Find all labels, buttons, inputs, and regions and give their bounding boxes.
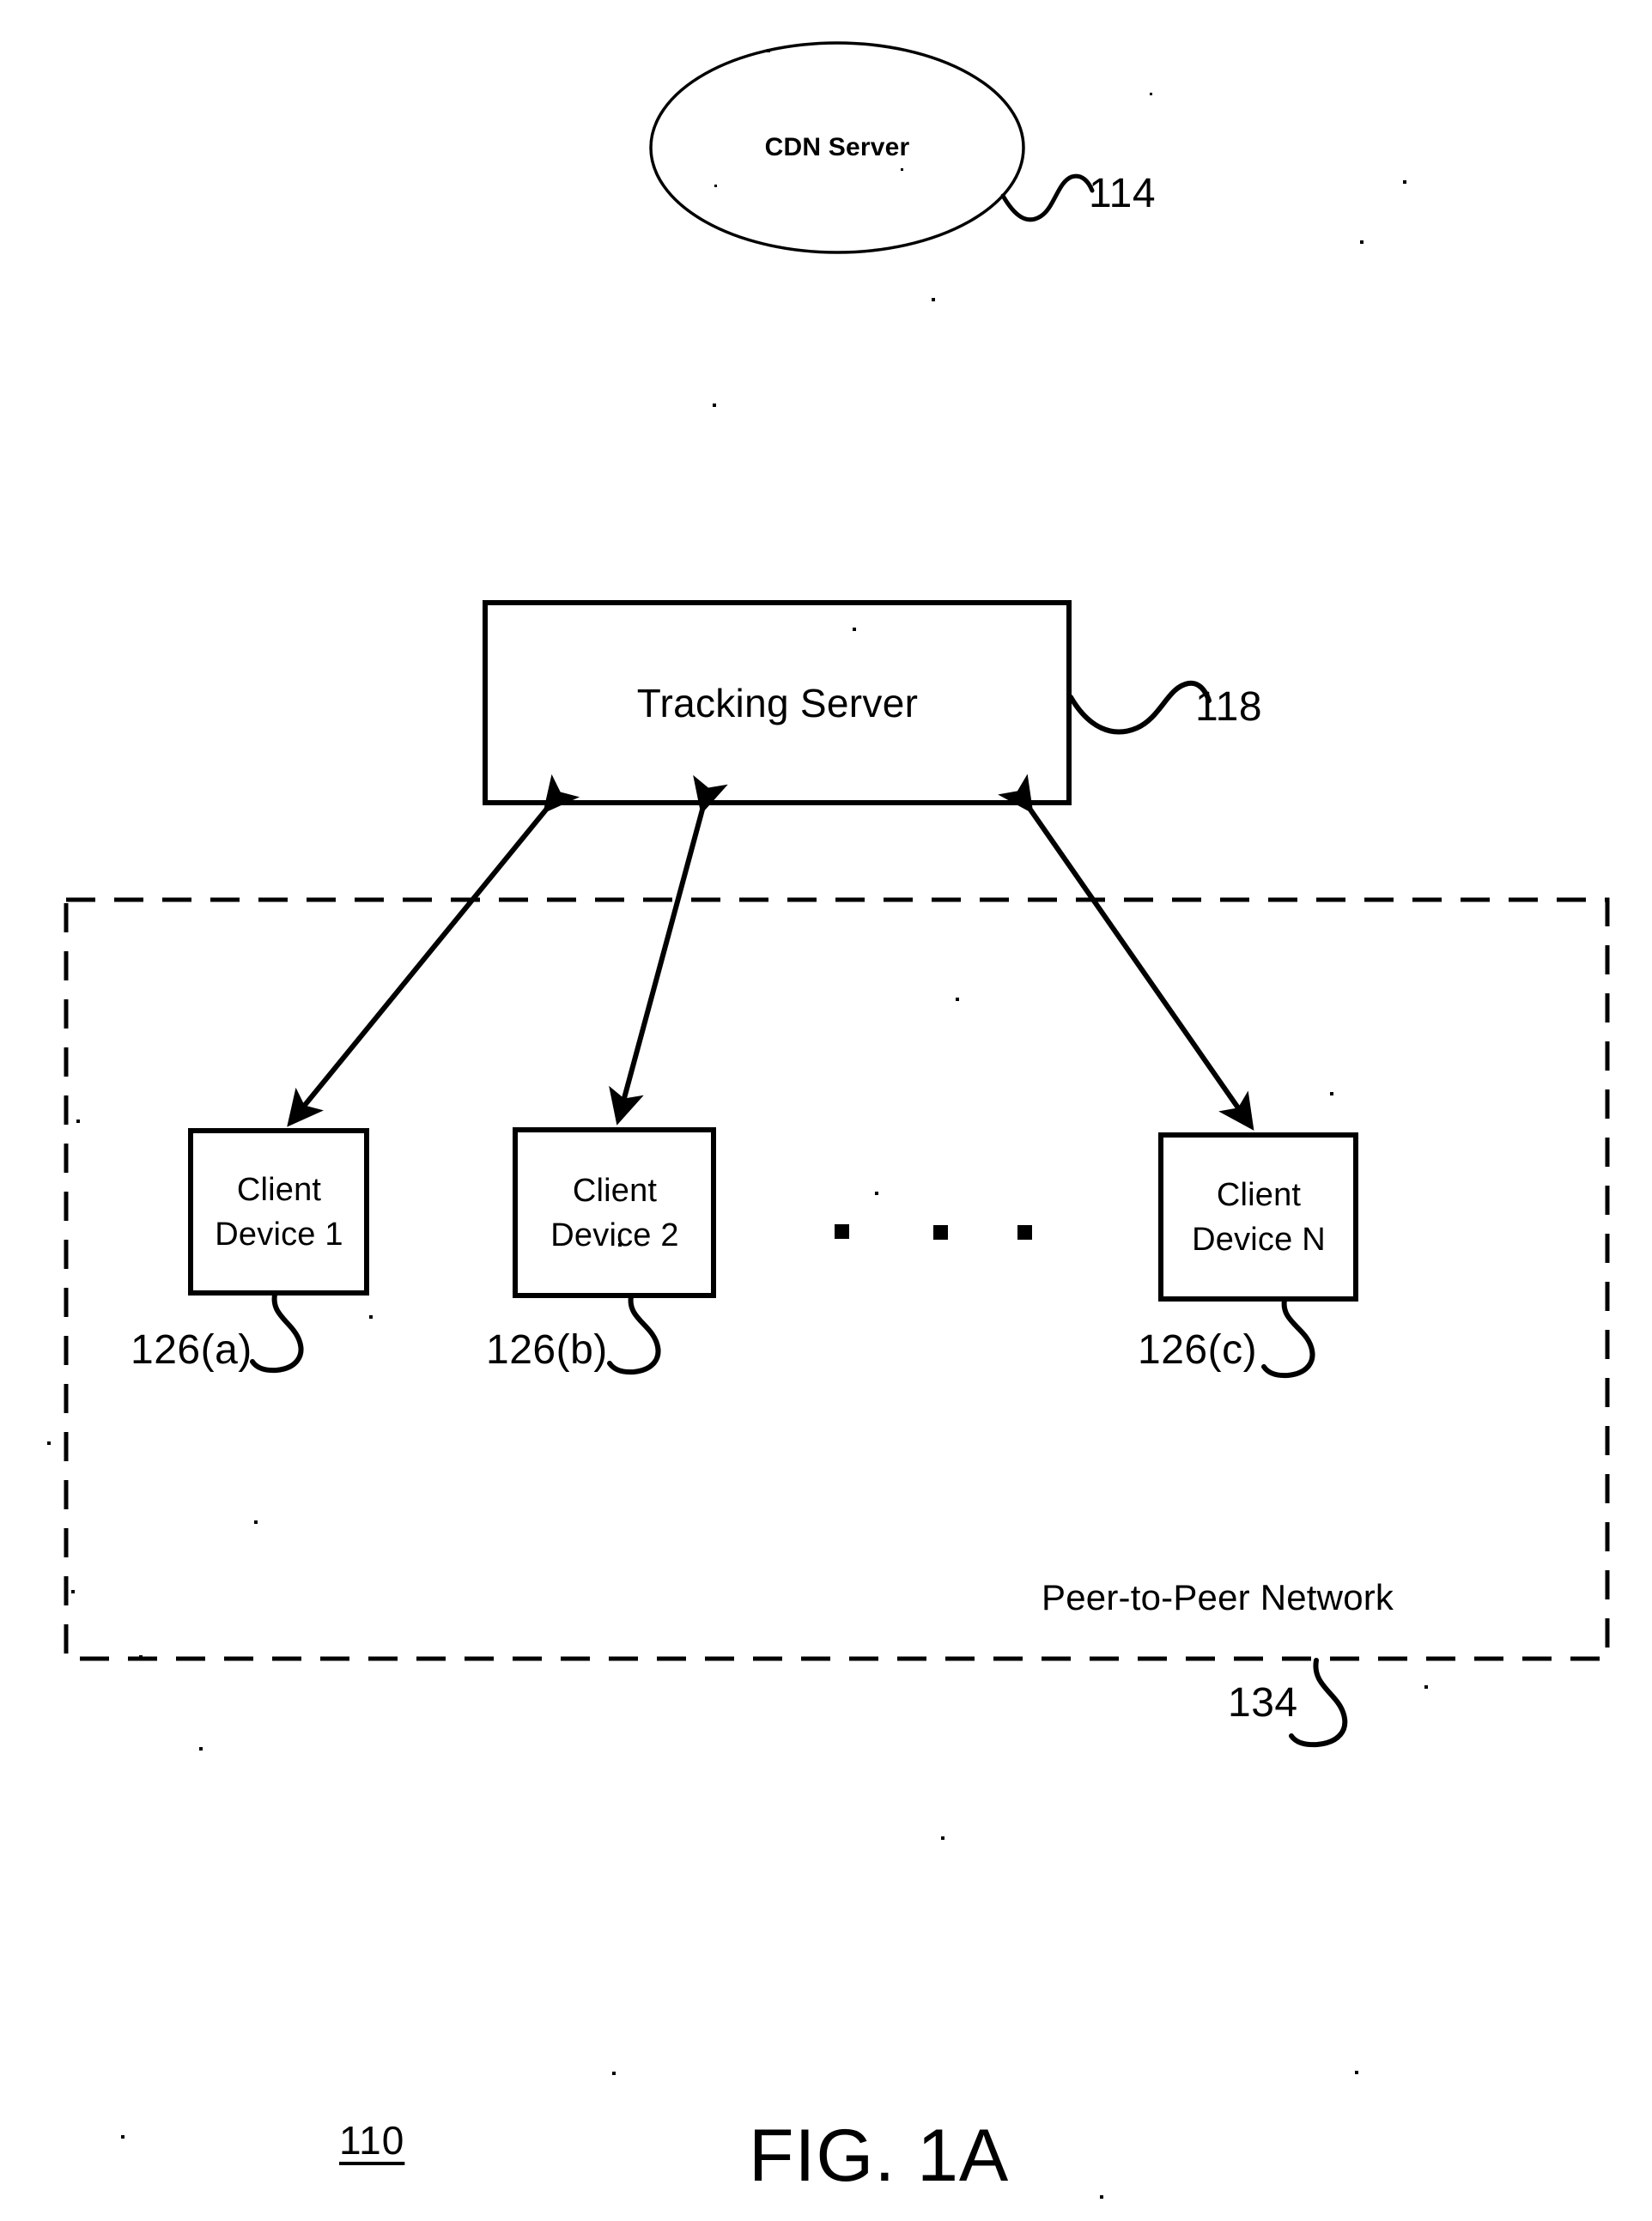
ellipsis-dot-1	[835, 1224, 849, 1239]
figure-canvas	[47, 41, 1610, 2199]
client-device-1-label-line1: Client	[236, 1171, 322, 1208]
reference-numeral-134: 134	[1228, 1680, 1298, 1726]
scan-noise-speckles	[47, 49, 1428, 2199]
leader-line-126b	[607, 1294, 661, 1375]
leader-line-118	[1068, 680, 1212, 735]
ellipsis-dot-3	[1017, 1225, 1032, 1240]
client-device-2-label-line1: Client	[572, 1172, 658, 1209]
reference-numeral-118: 118	[1195, 684, 1263, 730]
cdn-server-label-text: CDN Server	[764, 133, 910, 161]
client-device-1-label: Client Device 1	[191, 1132, 367, 1293]
client-device-1-label-line2: Device 1	[215, 1216, 343, 1253]
leader-line-126a	[250, 1292, 304, 1374]
figure-title: FIG. 1A	[749, 2115, 1010, 2197]
client-device-n-label: Client Device N	[1162, 1136, 1356, 1299]
peer-to-peer-network-label: Peer-to-Peer Network	[1042, 1577, 1394, 1617]
client-device-n-label-line2: Device N	[1192, 1221, 1326, 1258]
arrow-tracking-to-device-1	[287, 774, 580, 1127]
patent-figure-page: CDN Server Tracking Server Client Device…	[0, 0, 1652, 2221]
leader-line-126c	[1261, 1297, 1315, 1379]
tracking-server-label: Tracking Server	[486, 604, 1069, 803]
reference-numeral-126b: 126(b)	[486, 1327, 608, 1373]
figure-reference-number: 110	[339, 2118, 405, 2163]
reference-numeral-114: 114	[1089, 171, 1157, 216]
client-device-n-label-line1: Client	[1216, 1176, 1302, 1213]
reference-numeral-126a: 126(a)	[131, 1327, 252, 1373]
client-device-2-label-line2: Device 2	[550, 1217, 679, 1253]
reference-numeral-126c: 126(c)	[1138, 1327, 1258, 1373]
arrow-tracking-to-device-n	[998, 774, 1254, 1131]
leader-line-134	[1289, 1658, 1348, 1748]
tracking-server-label-text: Tracking Server	[636, 681, 919, 725]
cdn-server-label: CDN Server	[651, 43, 1023, 252]
ellipsis-dot-2	[933, 1225, 948, 1240]
client-device-2-label: Client Device 2	[516, 1131, 714, 1296]
arrow-tracking-to-device-2	[609, 774, 728, 1126]
